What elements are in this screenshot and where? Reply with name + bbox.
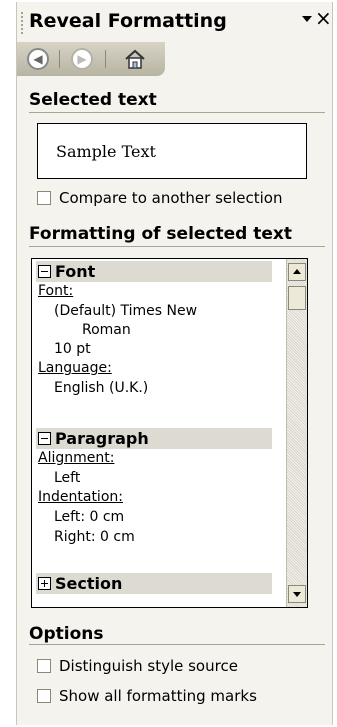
reveal-formatting-pane: Reveal Formatting × ◀ ▶ Selected text Sa… xyxy=(16,2,333,725)
formatting-tree[interactable]: Font Font: (Default) Times New Roman 10 … xyxy=(31,258,308,608)
distinguish-style-checkbox[interactable] xyxy=(37,659,51,673)
collapse-icon[interactable] xyxy=(38,432,51,445)
show-marks-row[interactable]: Show all formatting marks xyxy=(37,687,257,705)
font-group-header[interactable]: Font xyxy=(36,261,272,282)
divider xyxy=(29,644,325,645)
indent-left-value: Left: 0 cm xyxy=(54,509,125,525)
distinguish-style-label: Distinguish style source xyxy=(59,657,238,675)
selected-text-heading: Selected text xyxy=(29,90,157,110)
section-group-header[interactable]: Section xyxy=(36,573,272,594)
pane-nav-toolbar: ◀ ▶ xyxy=(17,42,165,76)
divider xyxy=(29,246,325,247)
pane-title: Reveal Formatting xyxy=(29,10,227,32)
pane-gripper[interactable] xyxy=(21,12,23,36)
font-link[interactable]: Font: xyxy=(38,283,73,299)
paragraph-group-title: Paragraph xyxy=(55,429,149,448)
distinguish-style-row[interactable]: Distinguish style source xyxy=(37,657,238,675)
pane-menu-dropdown-icon[interactable] xyxy=(302,16,312,22)
tree-scrollbar[interactable] xyxy=(286,259,307,607)
show-marks-label: Show all formatting marks xyxy=(59,687,257,705)
options-heading: Options xyxy=(29,624,104,644)
section-group-title: Section xyxy=(55,574,123,593)
collapse-icon[interactable] xyxy=(38,265,51,278)
paragraph-group-header[interactable]: Paragraph xyxy=(36,428,272,449)
sample-text: Sample Text xyxy=(56,142,156,161)
alignment-link[interactable]: Alignment: xyxy=(38,450,114,466)
nav-separator xyxy=(59,50,60,68)
font-size-value: 10 pt xyxy=(54,341,91,357)
alignment-value: Left xyxy=(54,470,81,486)
font-group-title: Font xyxy=(55,262,96,281)
sample-text-box[interactable]: Sample Text xyxy=(37,123,307,179)
back-arrow-icon[interactable]: ◀ xyxy=(27,48,49,70)
font-value-continued: Roman xyxy=(82,322,131,338)
home-icon[interactable] xyxy=(123,48,147,70)
scroll-thumb[interactable] xyxy=(288,286,306,310)
expand-icon[interactable] xyxy=(38,577,51,590)
language-link[interactable]: Language: xyxy=(38,360,112,376)
compare-label: Compare to another selection xyxy=(59,189,283,207)
indentation-link[interactable]: Indentation: xyxy=(38,489,123,505)
indent-right-value: Right: 0 cm xyxy=(54,529,135,545)
font-value: (Default) Times New xyxy=(54,303,198,319)
compare-checkbox[interactable] xyxy=(37,191,51,205)
compare-checkbox-row[interactable]: Compare to another selection xyxy=(37,189,282,207)
divider xyxy=(29,112,325,113)
scroll-up-icon[interactable] xyxy=(288,263,306,281)
forward-arrow-icon[interactable]: ▶ xyxy=(71,48,93,70)
nav-separator xyxy=(105,50,106,68)
language-value: English (U.K.) xyxy=(54,380,149,396)
close-icon[interactable]: × xyxy=(315,8,332,28)
scroll-down-icon[interactable] xyxy=(288,585,306,603)
formatting-heading: Formatting of selected text xyxy=(29,224,293,244)
show-marks-checkbox[interactable] xyxy=(37,689,51,703)
